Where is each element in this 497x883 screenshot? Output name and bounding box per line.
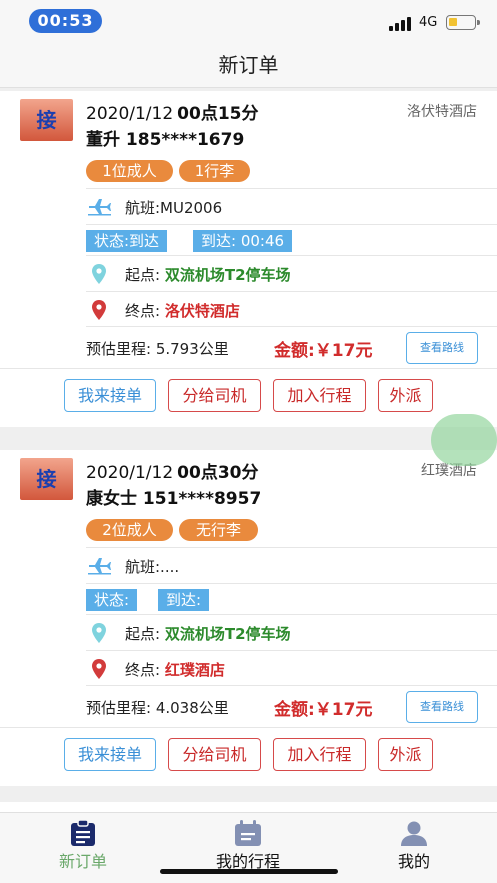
person-icon (401, 821, 427, 846)
view-route-button[interactable]: 查看路线 (406, 332, 478, 364)
estimated-distance: 预估里程: 5.793公里 (86, 340, 229, 358)
luggage-tag: 1行李 (179, 160, 250, 182)
tab-label: 我的 (397, 852, 430, 871)
start-location: 起点: 双流机场T2停车场 (125, 266, 291, 284)
order-date: 2020/1/12 (86, 104, 174, 124)
status-time: 00:53 (29, 9, 102, 33)
order-time: 00点30分 (177, 463, 259, 483)
assign-driver-button[interactable]: 分给司机 (168, 379, 261, 412)
tab-mine[interactable]: 我的 (384, 813, 444, 883)
network-type: 4G (419, 15, 438, 30)
signal-icon (389, 17, 413, 31)
end-pin-icon (92, 659, 106, 679)
customer-info: 董升 185****1679 (86, 130, 245, 150)
flight-row: 航班:.... (86, 547, 497, 583)
end-row: 终点: 洛伏特酒店 (86, 291, 497, 326)
arrival-badge: 到达: 00:46 (193, 230, 293, 252)
airplane-icon (88, 558, 111, 575)
calendar-icon (235, 820, 261, 846)
assign-driver-button[interactable]: 分给司机 (168, 738, 261, 771)
tab-new-orders[interactable]: 新订单 (40, 813, 126, 883)
home-indicator (160, 869, 338, 874)
tab-label: 新订单 (58, 852, 107, 871)
order-datetime: 2020/1/12 00点15分 (86, 99, 259, 124)
dispatch-out-button[interactable]: 外派 (378, 379, 433, 412)
nav-bar: 新订单 (0, 42, 497, 88)
start-row: 起点: 双流机场T2停车场 (86, 255, 497, 291)
status-row: 状态: 到达: (86, 583, 497, 614)
pickup-badge: 接 (20, 99, 73, 141)
luggage-tag: 无行李 (179, 519, 258, 541)
flight-row: 航班:MU2006 (86, 188, 497, 224)
end-location: 终点: 洛伏特酒店 (125, 302, 240, 320)
action-buttons: 我来接单 分给司机 加入行程 外派 (0, 368, 497, 427)
action-buttons: 我来接单 分给司机 加入行程 外派 (0, 727, 497, 786)
arrival-badge: 到达: (158, 589, 210, 611)
order-card: 接 2020/1/12 00点30分 红璞酒店 康女士 151****8957 2… (0, 450, 497, 786)
accept-order-button[interactable]: 我来接单 (64, 738, 156, 771)
add-to-trip-button[interactable]: 加入行程 (273, 738, 366, 771)
battery-icon (446, 15, 480, 30)
order-amount: 金额:￥17元 (274, 700, 373, 720)
status-bar: 00:53 4G (0, 0, 497, 42)
dispatch-out-button[interactable]: 外派 (378, 738, 433, 771)
airplane-icon (88, 199, 111, 216)
pickup-badge: 接 (20, 458, 73, 500)
start-pin-icon (92, 623, 106, 643)
page-title: 新订单 (218, 53, 279, 77)
order-time: 00点15分 (177, 104, 259, 124)
add-to-trip-button[interactable]: 加入行程 (273, 379, 366, 412)
passenger-tag: 2位成人 (86, 519, 173, 541)
start-location: 起点: 双流机场T2停车场 (125, 625, 291, 643)
floating-assist-button[interactable] (431, 414, 497, 466)
clipboard-icon (71, 820, 95, 846)
view-route-button[interactable]: 查看路线 (406, 691, 478, 723)
order-datetime: 2020/1/12 00点30分 (86, 458, 259, 483)
customer-info: 康女士 151****8957 (86, 489, 262, 509)
end-row: 终点: 红璞酒店 (86, 650, 497, 685)
order-date: 2020/1/12 (86, 463, 174, 483)
end-location: 终点: 红璞酒店 (125, 661, 225, 679)
start-pin-icon (92, 264, 106, 284)
accept-order-button[interactable]: 我来接单 (64, 379, 156, 412)
estimate-row: 预估里程: 4.038公里 金额:￥17元 查看路线 (86, 685, 497, 727)
flight-number: 航班:.... (125, 558, 180, 576)
order-amount: 金额:￥17元 (274, 341, 373, 361)
estimated-distance: 预估里程: 4.038公里 (86, 699, 229, 717)
status-row: 状态:到达 到达: 00:46 (86, 224, 497, 255)
end-pin-icon (92, 300, 106, 320)
order-card: 接 2020/1/12 00点15分 洛伏特酒店 董升 185****1679 1… (0, 91, 497, 427)
status-badge: 状态: (86, 589, 138, 611)
status-badge: 状态:到达 (86, 230, 168, 252)
hotel-name: 洛伏特酒店 (407, 104, 477, 120)
flight-number: 航班:MU2006 (125, 199, 223, 217)
estimate-row: 预估里程: 5.793公里 金额:￥17元 查看路线 (86, 326, 497, 368)
passenger-tag: 1位成人 (86, 160, 173, 182)
start-row: 起点: 双流机场T2停车场 (86, 614, 497, 650)
